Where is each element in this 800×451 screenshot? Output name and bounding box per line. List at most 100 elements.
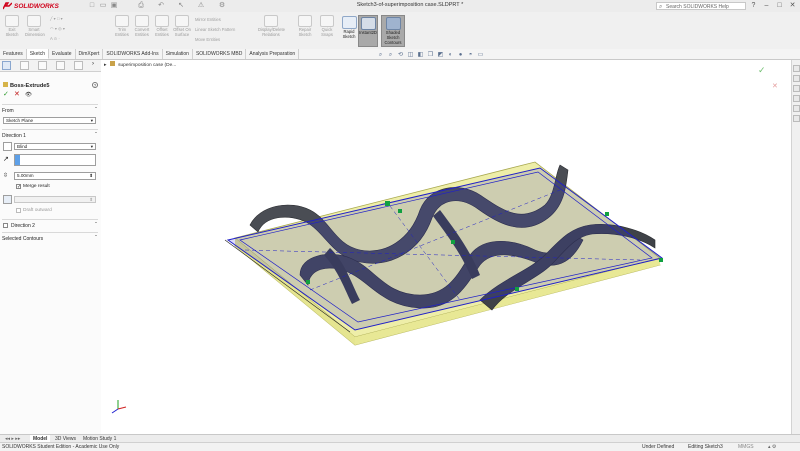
previous-view-icon[interactable]: ⟲ [396,51,405,59]
instant2d-button[interactable]: Instant2D [358,15,378,47]
relation-marker[interactable] [605,212,609,216]
tab-dimxpert[interactable]: DimXpert [76,49,104,59]
tab-simulation[interactable]: Simulation [163,49,193,59]
repair-sketch-button[interactable]: Repair Sketch [296,15,314,37]
file-explorer-icon[interactable] [793,85,800,92]
tab-sketch[interactable]: Sketch [26,49,50,59]
close-button[interactable]: ✕ [788,1,797,10]
tab-analysis-preparation[interactable]: Analysis Preparation [246,49,300,59]
model-view[interactable]: ✓ ✕ [101,60,791,434]
from-select[interactable]: Sketch Plane ▾ [3,117,96,124]
maximize-button[interactable]: □ [775,1,784,10]
display-manager-tab-icon[interactable] [74,61,83,70]
direction2-section-header[interactable]: Direction 2 ˇ [11,223,98,229]
linear-sketch-pattern[interactable]: Linear Sketch Pattern [195,27,235,32]
tree-flyout[interactable]: ▸ superimposition case (De... [104,61,176,68]
expand-arrow-icon[interactable]: › [92,61,94,67]
help-icon[interactable]: ? [749,1,758,10]
draft-icon[interactable] [3,195,12,204]
rebuild-icon[interactable]: ⚠ [197,2,205,10]
section-view-icon[interactable]: ◫ [406,51,415,59]
zoom-area-icon[interactable]: ⌕ [386,51,395,59]
options-icon[interactable]: ⚙ [218,2,226,10]
move-entities[interactable]: Move Entities [195,37,220,42]
help-icon[interactable]: ? [92,82,98,88]
quick-snaps-button[interactable]: Quick Snaps [318,15,336,37]
relation-marker[interactable] [451,240,455,244]
scene-icon[interactable]: ◓ [466,51,475,59]
direction-selection-box[interactable] [14,154,96,166]
help-search-input[interactable]: ⌕ Search SOLIDWORKS Help [656,2,746,10]
depth-input[interactable]: 5.00mm ⬍ [14,172,96,180]
undo-icon[interactable]: ↶ [157,2,165,10]
brand-name: SOLIDWORKS [14,2,59,10]
relation-marker[interactable] [515,287,519,291]
new-icon[interactable]: □ [88,2,96,10]
arc-tool[interactable]: ◠ ▾ ◎ ▾ [50,26,65,31]
save-icon[interactable]: ▣ [110,2,118,10]
view-palette-icon[interactable] [793,95,800,102]
custom-properties-icon[interactable] [793,115,800,122]
offset-button[interactable]: Offset Entities [153,15,171,37]
solidworks-logo[interactable]: SOLIDWORKS [3,1,59,11]
spin-icon: ⬍ [89,197,93,202]
reverse-direction-icon[interactable] [3,142,12,151]
resources-icon[interactable] [793,65,800,72]
hide-show-icon[interactable]: ◐ [446,51,455,59]
configuration-tab-icon[interactable] [38,61,47,70]
from-section-header[interactable]: From ˆ [2,108,98,114]
display-style-icon[interactable]: ◩ [436,51,445,59]
ok-button[interactable]: ✓ [3,91,9,99]
graphics-area[interactable]: ✓ ✕ [101,60,791,434]
dimxpert-tab-icon[interactable] [56,61,65,70]
relation-marker[interactable] [398,209,402,213]
offset-surface-icon [175,15,189,27]
view-orientation-icon[interactable]: ❒ [426,51,435,59]
tab-mbd[interactable]: SOLIDWORKS MBD [193,49,247,59]
tree-flyout-label: superimposition case (De... [118,63,177,68]
mirror-entities[interactable]: Mirror Entities [195,17,221,22]
confirm-ok-icon[interactable]: ✓ [758,66,766,76]
open-icon[interactable]: ▭ [99,2,107,10]
appearance-icon[interactable]: ● [456,51,465,59]
direction2-checkbox[interactable] [3,223,8,228]
minimize-button[interactable]: – [762,1,771,10]
tab-evaluate[interactable]: Evaluate [49,49,76,59]
property-manager-tab-icon[interactable] [20,61,29,70]
relation-marker[interactable] [306,280,310,284]
relation-marker[interactable] [659,258,663,262]
offset-surface-button[interactable]: Offset On Surface [173,15,191,37]
exit-sketch-button[interactable]: Exit Sketch [3,15,21,37]
shaded-sketch-contours-button[interactable]: Shaded Sketch Contours [381,15,405,47]
chevron-up-icon: ˆ [95,108,97,114]
selected-contours-section-header[interactable]: Selected Contours ˇ [2,236,98,242]
dynamic-annotation-icon[interactable]: ◧ [416,51,425,59]
relation-marker[interactable] [385,201,390,206]
smart-dimension-button[interactable]: Smart Dimension [25,15,45,37]
zoom-to-fit-icon[interactable]: ⌕ [376,51,385,59]
line-tool[interactable]: ╱ ▾ □ ▾ [50,16,63,21]
text-tool[interactable]: A ⊙ · [50,36,60,41]
view-settings-icon[interactable]: ▭ [476,51,485,59]
confirm-cancel-icon[interactable]: ✕ [772,82,778,90]
draft-outward-label: Draft outward [23,208,52,213]
rapid-sketch-button[interactable]: Rapid Sketch [339,15,359,47]
print-icon[interactable]: ⎙ [137,2,145,10]
feature-tree-tab-icon[interactable] [2,61,11,70]
trim-button[interactable]: Trim Entities [113,15,131,37]
appearances-icon[interactable] [793,105,800,112]
preview-button[interactable]: 👁 [25,91,32,99]
instant2d-label: Instant2D [359,30,377,35]
direction1-section-header[interactable]: Direction 1 ˆ [2,133,98,139]
relations-button[interactable]: Display/Delete Relations [258,15,285,37]
tab-features[interactable]: Features [0,49,27,59]
select-icon[interactable]: ↖ [177,2,185,10]
merge-result-checkbox[interactable]: ✓ [16,184,21,190]
draft-angle-input[interactable]: ⬍ [14,196,96,203]
cancel-button[interactable]: ✕ [14,91,20,99]
design-library-icon[interactable] [793,75,800,82]
tab-addins[interactable]: SOLIDWORKS Add-Ins [103,49,163,59]
end-condition-select[interactable]: Blind ▾ [14,143,96,150]
convert-button[interactable]: Convert Entities [133,15,151,37]
draft-outward-checkbox[interactable] [16,208,21,213]
